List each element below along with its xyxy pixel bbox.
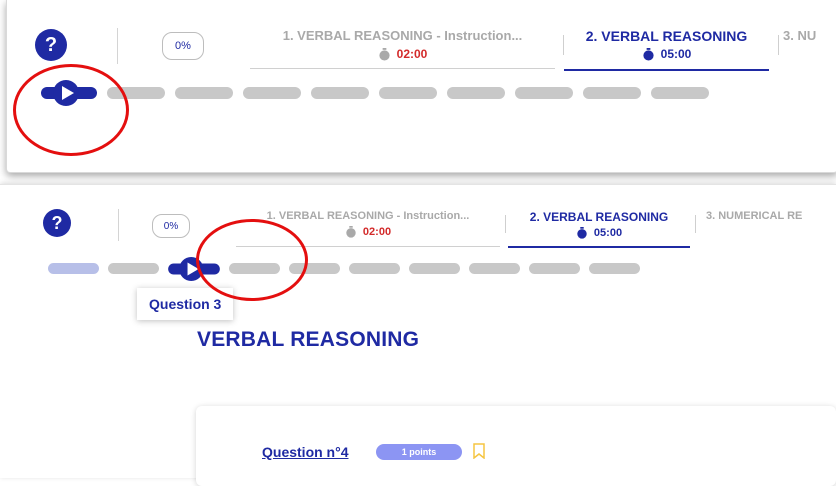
question-segment[interactable]: [515, 87, 573, 99]
annotation-circle: [13, 64, 129, 156]
tab-timer: 05:00: [564, 47, 769, 61]
current-question-marker[interactable]: [41, 80, 97, 106]
tab-title: 2. VERBAL REASONING: [529, 210, 669, 224]
section-title-text: VERBAL REASONING: [197, 328, 420, 351]
progress-indicator: 0%: [162, 32, 204, 60]
section-title: VERBAL REASONING: [197, 328, 419, 352]
question-segment[interactable]: [583, 87, 641, 99]
stopwatch-icon: [346, 226, 356, 238]
points-badge: 1 points: [376, 444, 462, 460]
tab-timer: 02:00: [236, 226, 500, 238]
question-segment[interactable]: [289, 263, 340, 274]
help-button[interactable]: ?: [35, 29, 67, 61]
question-segment[interactable]: [243, 87, 301, 99]
tab-divider: [695, 215, 696, 233]
progress-value: 0%: [163, 220, 179, 232]
bookmark-icon[interactable]: [473, 443, 485, 459]
tab-timer: 05:00: [508, 227, 690, 239]
tooltip-text: Question 3: [149, 296, 222, 312]
progress-indicator: 0%: [152, 214, 190, 238]
progress-value: 0%: [175, 40, 191, 52]
question-segment[interactable]: [529, 263, 580, 274]
question-segment[interactable]: [48, 263, 99, 274]
question-segment[interactable]: [589, 263, 640, 274]
tab-verbal-reasoning-instructions[interactable]: 1. VERBAL REASONING - Instruction... 02:…: [250, 28, 555, 69]
question-segment[interactable]: [379, 87, 437, 99]
tab-numerical-reasoning[interactable]: 3. NU: [783, 28, 836, 68]
tab-verbal-reasoning-instructions[interactable]: 1. VERBAL REASONING - Instruction... 02:…: [236, 210, 500, 247]
tab-title: 3. NUMERICAL RE: [706, 210, 803, 222]
tab-title: 1. VERBAL REASONING - Instruction...: [282, 28, 523, 43]
top-screenshot-panel: ? 0% 1. VERBAL REASONING - Instruction..…: [6, 0, 836, 173]
tab-time-value: 05:00: [593, 227, 623, 239]
question-segment[interactable]: [349, 263, 400, 274]
question-number-link[interactable]: Question n°4: [262, 444, 349, 460]
help-icon: ?: [51, 212, 63, 233]
question-segment[interactable]: [447, 87, 505, 99]
tab-timer: 02:00: [250, 47, 555, 61]
help-icon: ?: [44, 33, 58, 56]
tab-verbal-reasoning[interactable]: 2. VERBAL REASONING 05:00: [564, 28, 769, 71]
question-card: Question n°4 1 points: [196, 406, 836, 486]
current-question-marker[interactable]: [168, 256, 220, 281]
tab-divider: [778, 35, 779, 55]
question-segment[interactable]: [108, 263, 159, 274]
stopwatch-icon: [643, 47, 654, 61]
question-segment[interactable]: [409, 263, 460, 274]
tab-time-value: 02:00: [362, 226, 392, 238]
tab-title: 1. VERBAL REASONING - Instruction...: [266, 210, 470, 222]
stopwatch-icon: [577, 227, 587, 239]
question-segment[interactable]: [311, 87, 369, 99]
tab-time-value: 02:00: [396, 47, 428, 61]
question-segment[interactable]: [175, 87, 233, 99]
help-button[interactable]: ?: [43, 209, 71, 237]
header-divider: [118, 209, 119, 241]
tab-divider: [505, 215, 506, 233]
tab-title: 3. NU: [783, 28, 817, 43]
tab-time-value: 05:00: [660, 47, 692, 61]
stopwatch-icon: [379, 47, 390, 61]
points-badge-text: 1 points: [401, 447, 437, 457]
tab-title: 2. VERBAL REASONING: [585, 28, 748, 44]
question-tooltip: Question 3: [137, 288, 234, 320]
question-segment[interactable]: [469, 263, 520, 274]
tab-verbal-reasoning[interactable]: 2. VERBAL REASONING 05:00: [508, 210, 690, 248]
question-segment[interactable]: [229, 263, 280, 274]
tab-numerical-reasoning[interactable]: 3. NUMERICAL RE: [706, 210, 836, 246]
question-segment[interactable]: [651, 87, 709, 99]
header-divider: [117, 28, 118, 64]
question-segment[interactable]: [107, 87, 165, 99]
